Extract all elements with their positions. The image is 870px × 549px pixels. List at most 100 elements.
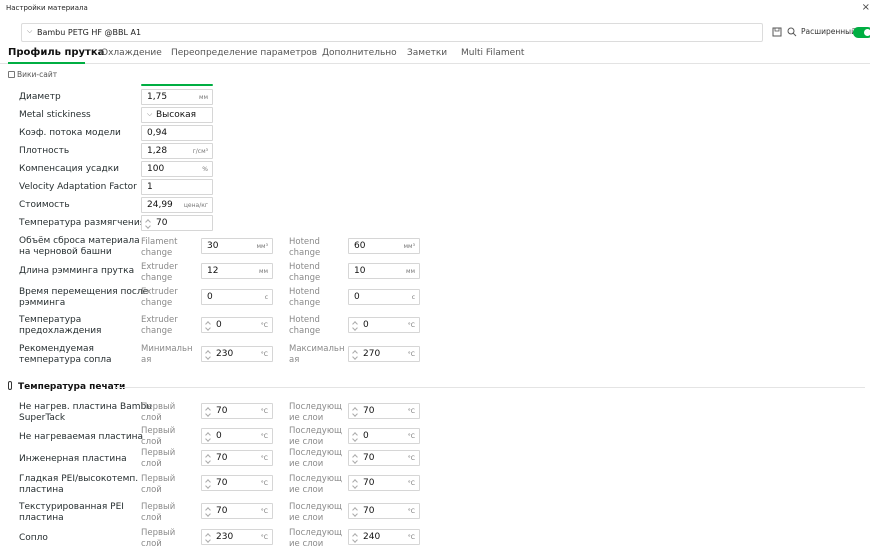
advanced-toggle[interactable] xyxy=(853,27,870,38)
first-layer-sub-a: Первый xyxy=(141,448,176,458)
spin-arrows-icon[interactable] xyxy=(205,349,212,360)
first-layer-temp-value: 230 xyxy=(216,532,234,542)
temp-unit: °C xyxy=(407,534,415,541)
purge-hotend-input[interactable]: 60 мм³ xyxy=(348,238,420,254)
spin-arrows-icon[interactable] xyxy=(352,431,359,442)
chevron-down-icon: ⌵ xyxy=(147,110,153,118)
diameter-label: Диаметр xyxy=(19,92,61,102)
temp-unit: °C xyxy=(260,480,268,487)
next-layers-temp-input[interactable]: 70 °C xyxy=(348,450,420,466)
advanced-label: Расширенный xyxy=(801,27,856,36)
spin-arrows-icon[interactable] xyxy=(205,431,212,442)
first-layer-temp-input[interactable]: 70 °C xyxy=(201,503,273,519)
shrink-unit: % xyxy=(202,166,208,173)
next-layers-temp-value: 70 xyxy=(363,478,375,488)
ram-length-extruder-input[interactable]: 12 мм xyxy=(201,263,273,279)
spin-arrows-icon[interactable] xyxy=(205,320,212,331)
precool-label-1: Температура xyxy=(19,315,82,325)
thermometer-icon xyxy=(8,381,12,390)
ram-time-label-2: рэмминга xyxy=(19,298,66,308)
next-layers-sub-a: Последующ xyxy=(289,474,342,484)
velocity-input[interactable]: 1 xyxy=(141,179,213,195)
precool-hotend-input[interactable]: 0 °C xyxy=(348,317,420,333)
shrink-input[interactable]: 100 % xyxy=(141,161,213,177)
preset-select[interactable]: ⌵ Bambu PETG HF @BBL A1 xyxy=(21,23,763,42)
first-layer-temp-input[interactable]: 230 °C xyxy=(201,529,273,545)
first-layer-temp-input[interactable]: 70 °C xyxy=(201,403,273,419)
spin-arrows-icon[interactable] xyxy=(205,406,212,417)
tab-filament-profile[interactable]: Профиль прутка xyxy=(8,47,104,58)
temp-unit: °C xyxy=(260,455,268,462)
search-icon[interactable] xyxy=(787,27,797,37)
next-layers-temp-input[interactable]: 70 °C xyxy=(348,503,420,519)
next-layers-temp-input[interactable]: 240 °C xyxy=(348,529,420,545)
close-button[interactable]: × xyxy=(862,2,870,13)
density-unit: г/см³ xyxy=(192,148,208,155)
precool-extruder-unit: °C xyxy=(260,322,268,329)
first-layer-temp-input[interactable]: 0 °C xyxy=(201,428,273,444)
diameter-input[interactable]: 1,75 мм xyxy=(141,89,213,105)
flow-input[interactable]: 0,94 xyxy=(141,125,213,141)
ram-time-extruder-input[interactable]: 0 с xyxy=(201,289,273,305)
first-layer-temp-input[interactable]: 70 °C xyxy=(201,450,273,466)
purge-sub2-a: Hotend xyxy=(289,237,320,247)
cost-input[interactable]: 24,99 цена/кг xyxy=(141,197,213,213)
first-layer-temp-input[interactable]: 70 °C xyxy=(201,475,273,491)
tab-multi-filament[interactable]: Multi Filament xyxy=(461,48,524,58)
plate-label-2: SuperTack xyxy=(19,413,66,423)
cost-unit: цена/кг xyxy=(183,202,208,209)
next-layers-temp-input[interactable]: 70 °C xyxy=(348,403,420,419)
next-layers-sub-b: ие слои xyxy=(289,539,324,549)
density-label: Плотность xyxy=(19,146,70,156)
nozzle-rec-sub1-b: ая xyxy=(141,355,152,365)
spin-arrows-icon[interactable] xyxy=(205,506,212,517)
nozzle-rec-label-1: Рекомендуемая xyxy=(19,344,94,354)
tab-advanced[interactable]: Дополнительно xyxy=(322,48,397,58)
ram-time-hotend-input[interactable]: 0 с xyxy=(348,289,420,305)
spin-arrows-icon[interactable] xyxy=(352,349,359,360)
next-layers-temp-value: 0 xyxy=(363,431,369,441)
spin-arrows-icon[interactable] xyxy=(145,218,152,229)
nozzle-min-value: 230 xyxy=(216,349,234,359)
nozzle-min-input[interactable]: 230 °C xyxy=(201,346,273,362)
spin-arrows-icon[interactable] xyxy=(352,478,359,489)
tab-notes[interactable]: Заметки xyxy=(407,48,447,58)
temp-unit: °C xyxy=(260,534,268,541)
spin-arrows-icon[interactable] xyxy=(205,478,212,489)
precool-extruder-value: 0 xyxy=(216,320,222,330)
plate-label-1: Гладкая PEI/высокотемп. xyxy=(19,474,139,484)
stickiness-value: Высокая xyxy=(156,110,197,120)
tab-cooling[interactable]: Охлаждение xyxy=(101,48,162,58)
temp-unit: °C xyxy=(260,433,268,440)
ram-length-hotend-input[interactable]: 10 мм xyxy=(348,263,420,279)
next-layers-sub-b: ие слои xyxy=(289,413,324,423)
velocity-value: 1 xyxy=(147,182,153,192)
next-layers-sub-b: ие слои xyxy=(289,485,324,495)
next-layers-temp-input[interactable]: 0 °C xyxy=(348,428,420,444)
soften-input[interactable]: 70 xyxy=(141,215,213,231)
spin-arrows-icon[interactable] xyxy=(352,406,359,417)
save-icon[interactable] xyxy=(772,27,782,37)
density-input[interactable]: 1,28 г/см³ xyxy=(141,143,213,159)
spin-arrows-icon[interactable] xyxy=(205,532,212,543)
first-layer-sub-b: слой xyxy=(141,513,162,523)
precool-extruder-input[interactable]: 0 °C xyxy=(201,317,273,333)
spin-arrows-icon[interactable] xyxy=(352,453,359,464)
nozzle-min-unit: °C xyxy=(260,351,268,358)
spin-arrows-icon[interactable] xyxy=(352,532,359,543)
nozzle-max-input[interactable]: 270 °C xyxy=(348,346,420,362)
diameter-value: 1,75 xyxy=(147,92,168,102)
spin-arrows-icon[interactable] xyxy=(352,506,359,517)
next-layers-temp-input[interactable]: 70 °C xyxy=(348,475,420,491)
purge-filament-input[interactable]: 30 мм³ xyxy=(201,238,273,254)
soften-value: 70 xyxy=(156,218,168,228)
stickiness-label: Metal stickiness xyxy=(19,110,91,120)
spin-arrows-icon[interactable] xyxy=(352,320,359,331)
wiki-link[interactable]: Вики-сайт xyxy=(8,70,57,79)
tab-overrides[interactable]: Переопределение параметров xyxy=(171,48,317,58)
stickiness-select[interactable]: ⌵ Высокая xyxy=(141,107,213,123)
plate-label-1: Текстурированная PEI xyxy=(19,502,124,512)
spin-arrows-icon[interactable] xyxy=(205,453,212,464)
nozzle-rec-sub1-a: Минимальн xyxy=(141,344,193,354)
first-layer-sub-b: слой xyxy=(141,437,162,447)
